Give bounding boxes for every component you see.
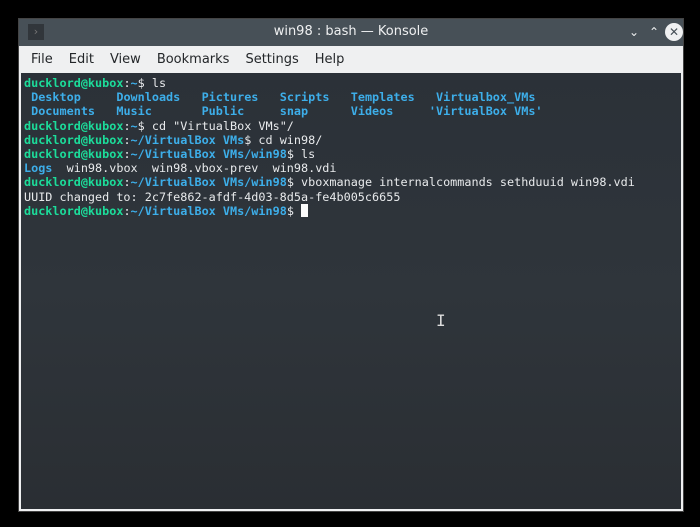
prompt-sep: : <box>123 118 131 133</box>
prompt-user: ducklord@kubox <box>24 147 124 162</box>
maximize-icon[interactable]: ⌃ <box>645 23 663 41</box>
prompt-path: ~/VirtualBox VMs/win98 <box>130 203 287 218</box>
command: vboxmanage internalcommands sethduuid wi… <box>293 175 635 190</box>
dir-entry: 'VirtualBox VMs' <box>428 104 543 119</box>
ibeam-cursor-icon: I <box>436 311 446 330</box>
prompt-sep: : <box>123 132 131 147</box>
prompt-path: ~/VirtualBox VMs <box>130 132 245 147</box>
dir-entry: Videos <box>350 104 429 119</box>
dir-entry: Templates <box>350 90 436 105</box>
terminal-area[interactable]: ducklord@kubox:~$ ls Desktop Downloads P… <box>21 73 681 509</box>
title-bar[interactable]: › win98 : bash — Konsole ⌄ ⌃ ✕ <box>19 19 683 46</box>
close-icon[interactable]: ✕ <box>665 23 683 41</box>
dir-entry: Music <box>116 104 202 119</box>
dir-entry: Public <box>201 104 280 119</box>
prompt-user: ducklord@kubox <box>24 118 124 133</box>
menu-bar: File Edit View Bookmarks Settings Help <box>19 46 683 73</box>
prompt-sep: : <box>123 76 131 90</box>
minimize-icon[interactable]: ⌄ <box>625 23 643 41</box>
menu-settings[interactable]: Settings <box>237 52 306 67</box>
prompt-user: ducklord@kubox <box>24 175 124 190</box>
file-entries: win98.vbox win98.vbox-prev win98.vdi <box>52 161 337 176</box>
menu-view[interactable]: View <box>102 52 149 67</box>
dir-entry: Desktop <box>24 90 117 105</box>
text-cursor <box>301 203 309 217</box>
dir-entry: Downloads <box>116 90 202 105</box>
dir-entry: snap <box>279 104 351 119</box>
dir-entry: Pictures <box>201 90 280 105</box>
command: cd win98/ <box>251 132 323 147</box>
prompt-path: ~/VirtualBox VMs/win98 <box>130 175 287 190</box>
prompt-sep: : <box>123 175 131 190</box>
prompt-sep: : <box>123 147 131 162</box>
prompt-dollar: $ <box>286 203 294 218</box>
konsole-window: › win98 : bash — Konsole ⌄ ⌃ ✕ File Edit… <box>18 18 684 512</box>
dir-entry: Logs <box>24 161 53 176</box>
prompt-path: ~/VirtualBox VMs/win98 <box>130 147 287 162</box>
command: cd "VirtualBox VMs"/ <box>144 118 294 133</box>
prompt-dollar: $ <box>286 175 294 190</box>
prompt-path: ~ <box>130 118 138 133</box>
prompt-dollar: $ <box>137 76 145 90</box>
prompt-dollar: $ <box>286 147 294 162</box>
command: ls <box>293 147 316 162</box>
menu-edit[interactable]: Edit <box>61 52 102 67</box>
prompt-user: ducklord@kubox <box>24 132 124 147</box>
prompt-dollar: $ <box>137 118 145 133</box>
prompt-path: ~ <box>130 76 138 90</box>
command: ls <box>144 76 167 90</box>
dir-entry: Virtualbox_VMs <box>435 90 536 105</box>
menu-bookmarks[interactable]: Bookmarks <box>149 52 238 67</box>
command-output: UUID changed to: 2c7fe862-afdf-4d03-8d5a… <box>24 189 401 204</box>
window-title: win98 : bash — Konsole <box>273 24 429 39</box>
terminal-output: ducklord@kubox:~$ ls Desktop Downloads P… <box>21 73 681 221</box>
menu-file[interactable]: File <box>23 52 61 67</box>
prompt-sep: : <box>123 203 131 218</box>
prompt-user: ducklord@kubox <box>24 203 124 218</box>
dir-entry: Scripts <box>279 90 351 105</box>
prompt-user: ducklord@kubox <box>24 76 124 90</box>
dir-entry: Documents <box>24 104 117 119</box>
menu-help[interactable]: Help <box>307 52 353 67</box>
